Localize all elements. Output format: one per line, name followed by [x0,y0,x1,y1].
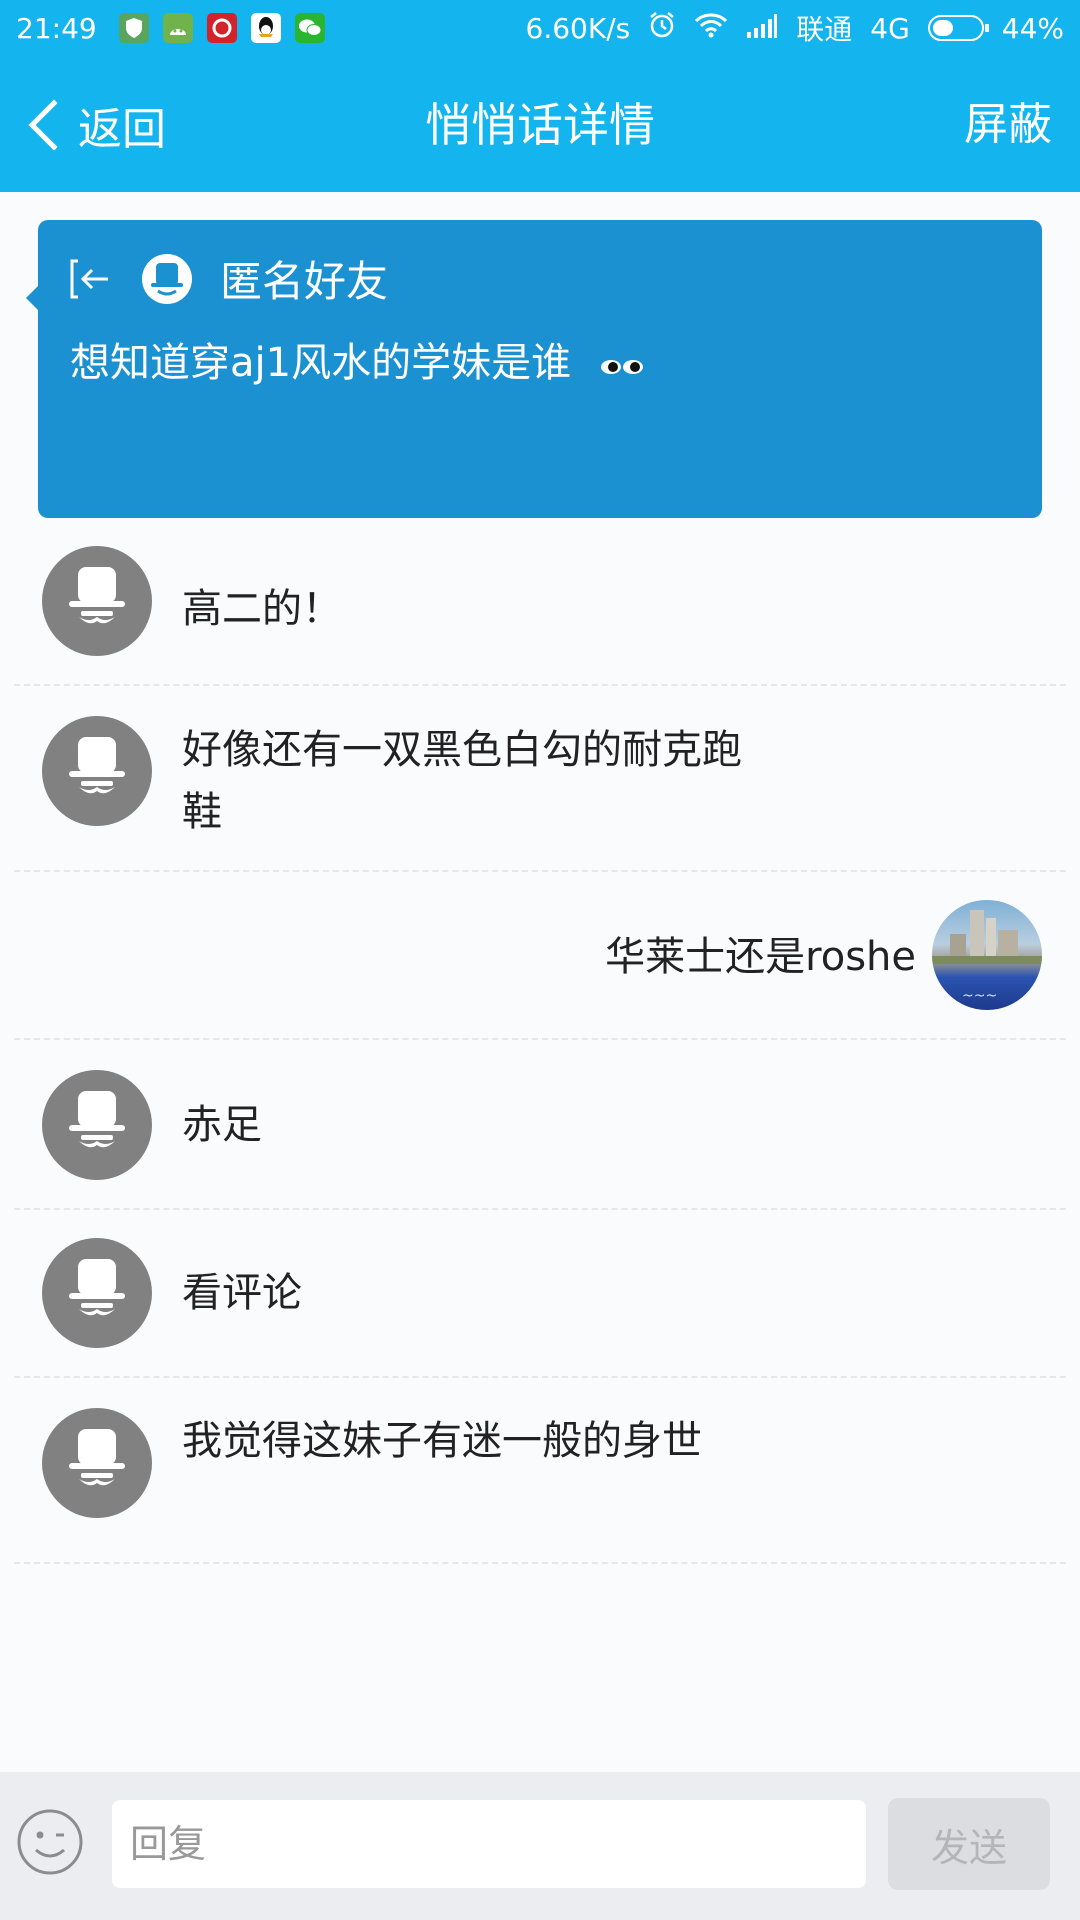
android-app-icon [162,13,193,43]
nav-bar: 返回 悄悄话详情 屏蔽 [0,56,1080,192]
user-avatar-photo[interactable]: ~~~ [932,900,1042,1010]
battery-percent: 44% [1001,11,1064,45]
svg-text:~~~: ~~~ [962,988,997,1004]
signal-icon [746,12,778,45]
anonymous-avatar[interactable] [42,546,152,656]
reply-text: 高二的！ [182,586,342,632]
shield-app-icon [118,13,149,43]
reply-text: 赤足 [182,1102,262,1148]
netease-music-icon [206,13,237,43]
reply-item: 赤足 [14,1040,1066,1210]
anonymous-avatar[interactable] [42,1070,152,1180]
block-button[interactable]: 屏蔽 [964,92,1052,158]
status-time: 21:49 [16,11,97,45]
wechat-icon [294,13,325,43]
eyes-emoji-icon [600,342,644,388]
network-type: 4G [870,11,910,45]
reply-composer: 发送 [0,1772,1080,1920]
sender-name: 匿名好友 [220,257,389,306]
status-bar: 21:49 6.60K/s 联通 4G 44% [0,0,1080,56]
network-speed: 6.60K/s [525,11,631,45]
anonymous-avatar[interactable] [42,716,152,826]
page-title: 悄悄话详情 [425,98,655,152]
reply-item: 高二的！ [14,532,1066,686]
alarm-icon [648,11,676,46]
qq-icon [250,13,281,43]
exit-icon[interactable] [68,255,116,303]
whisper-text: 想知道穿aj1风水的学妹是谁 [70,330,644,388]
whisper-card: 匿名好友 想知道穿aj1风水的学妹是谁 [26,220,1042,518]
anonymous-avatar[interactable] [42,1408,152,1518]
reply-item: 好像还有一双黑色白勾的耐克跑鞋 [14,686,1066,872]
wifi-icon [694,12,728,45]
emoji-icon[interactable] [16,1808,84,1876]
battery-icon [927,15,989,41]
send-button[interactable]: 发送 [888,1798,1050,1890]
reply-text: 看评论 [182,1270,302,1316]
anonymous-avatar[interactable] [42,1238,152,1348]
carrier-name: 联通 [796,13,853,46]
reply-text: 华莱士还是roshe [605,934,916,980]
reply-item: 看评论 [14,1210,1066,1378]
whisper-text-body: 想知道穿aj1风水的学妹是谁 [70,340,572,386]
anonymous-avatar-icon [142,253,192,304]
reply-item: 我觉得这妹子有迷一般的身世 [14,1378,1066,1564]
reply-input[interactable] [112,1800,866,1888]
reply-text: 我觉得这妹子有迷一般的身世 [182,1418,702,1464]
reply-text: 好像还有一双黑色白勾的耐克跑鞋 [182,727,742,835]
reply-item-self: 华莱士还是roshe ~~~ [14,872,1066,1040]
